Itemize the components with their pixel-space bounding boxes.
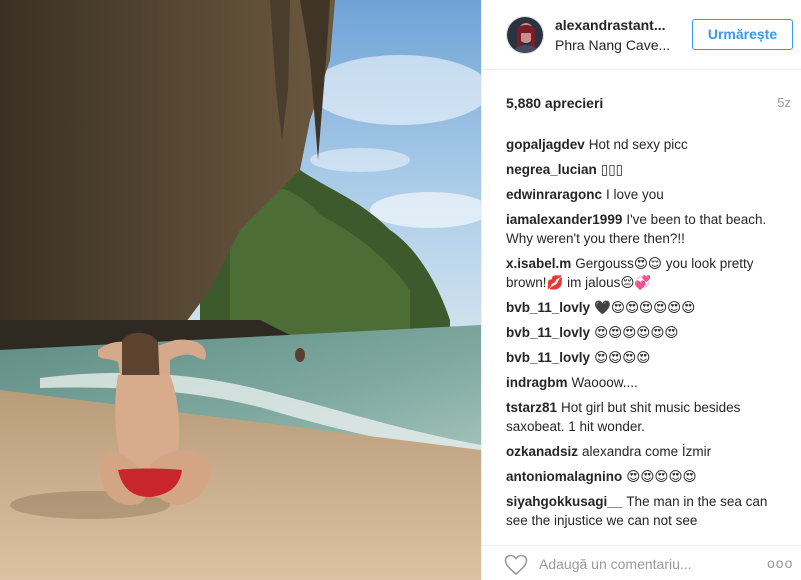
comment-item: negrea_lucian ▯▯▯ [506, 160, 776, 179]
post-header: alexandrastant... Phra Nang Cave... Urmă… [482, 0, 801, 70]
comment-item: bvb_11_lovly 😍😍😍😍 [506, 348, 776, 367]
comment-item: edwinraragonc I love you [506, 185, 776, 204]
comment-text: 😍😍😍😍😍 [626, 469, 697, 484]
comment-item: siyahgokkusagi__ The man in the sea can s… [506, 492, 776, 530]
comment-item: indragbm Waooow.... [506, 373, 776, 392]
comment-item: bvb_11_lovly 🖤😍😍😍😍😍😍 [506, 298, 776, 317]
comment-username[interactable]: bvb_11_lovly [506, 300, 590, 315]
comment-item: bvb_11_lovly 😍😍😍😍😍😍 [506, 323, 776, 342]
comment-username[interactable]: siyahgokkusagi__ [506, 494, 622, 509]
more-options-icon[interactable]: ooo [767, 555, 793, 571]
comment-username[interactable]: x.isabel.m [506, 256, 571, 271]
comment-username[interactable]: antoniomalagnino [506, 469, 622, 484]
comment-text: Hot nd sexy picc [588, 137, 688, 152]
comment-item: tstarz81 Hot girl but shit music besides … [506, 398, 776, 436]
avatar[interactable] [506, 16, 544, 54]
comment-text: 😍😍😍😍😍😍 [594, 325, 679, 340]
comment-text: Waooow.... [571, 375, 638, 390]
heart-icon[interactable] [504, 554, 528, 576]
post-photo[interactable] [0, 0, 481, 580]
comment-item: x.isabel.m Gergouss😍😌 you look pretty bro… [506, 254, 776, 292]
comment-item: ozkanadsiz alexandra come İzmir [506, 442, 776, 461]
likes-count[interactable]: 5,880 aprecieri [506, 95, 603, 111]
comment-text: I love you [606, 187, 664, 202]
post-location[interactable]: Phra Nang Cave... [555, 37, 673, 53]
comment-username[interactable]: indragbm [506, 375, 568, 390]
comment-text: ▯▯▯ [600, 162, 624, 177]
add-comment-input[interactable] [539, 554, 739, 574]
comment-username[interactable]: gopaljagdev [506, 137, 585, 152]
follow-button[interactable]: Urmărește [692, 19, 793, 50]
comment-bar: ooo [482, 545, 801, 580]
comment-username[interactable]: edwinraragonc [506, 187, 602, 202]
comment-username[interactable]: iamalexander1999 [506, 212, 622, 227]
comments-list: gopaljagdev Hot nd sexy picc negrea_lucia… [506, 135, 776, 536]
comment-text: 😍😍😍😍 [594, 350, 651, 365]
post-time[interactable]: 5z [777, 95, 791, 110]
comment-username[interactable]: bvb_11_lovly [506, 325, 590, 340]
comment-item: antoniomalagnino 😍😍😍😍😍 [506, 467, 776, 486]
post-username[interactable]: alexandrastant... [555, 17, 669, 33]
comment-item: gopaljagdev Hot nd sexy picc [506, 135, 776, 154]
comment-username[interactable]: ozkanadsiz [506, 444, 578, 459]
comment-text: alexandra come İzmir [582, 444, 712, 459]
post-sidebar: alexandrastant... Phra Nang Cave... Urmă… [481, 0, 801, 580]
comment-username[interactable]: tstarz81 [506, 400, 557, 415]
comment-username[interactable]: negrea_lucian [506, 162, 597, 177]
comment-text: 🖤😍😍😍😍😍😍 [594, 300, 696, 315]
comment-username[interactable]: bvb_11_lovly [506, 350, 590, 365]
comment-item: iamalexander1999 I've been to that beach.… [506, 210, 776, 248]
